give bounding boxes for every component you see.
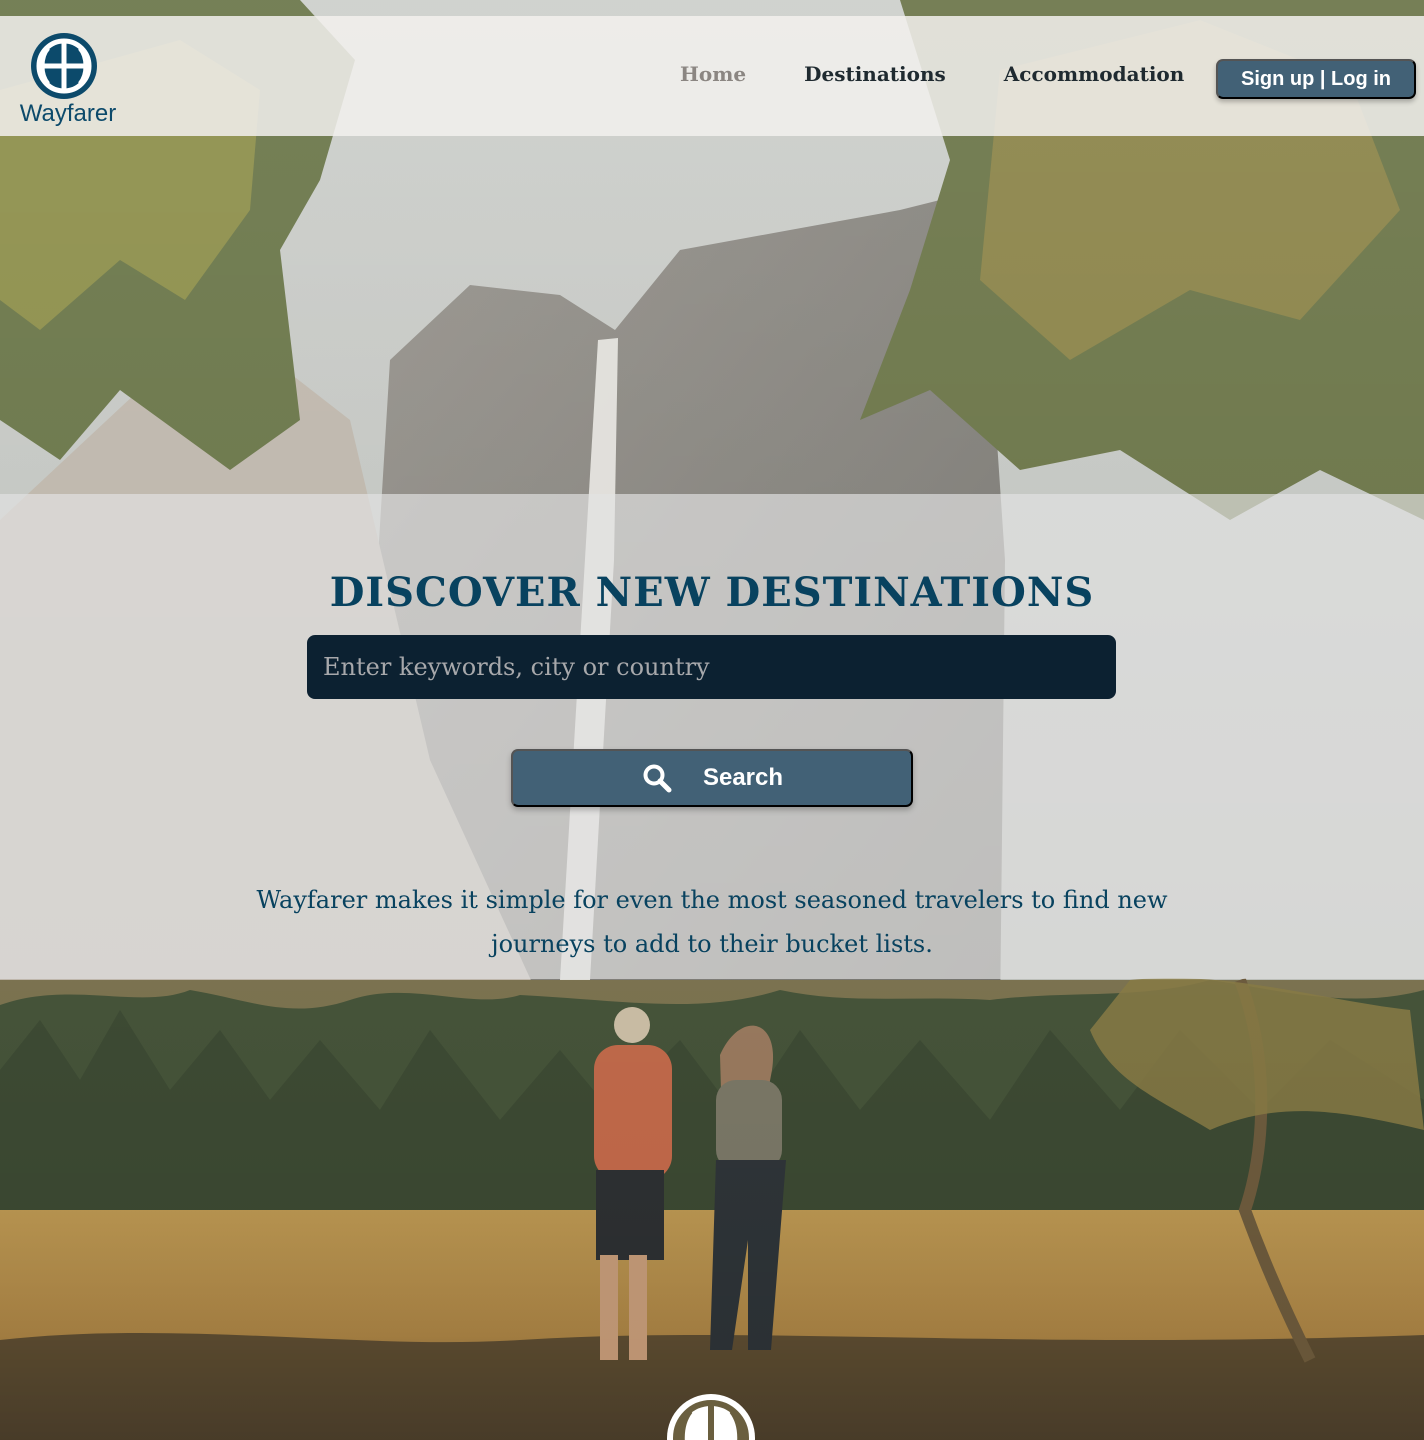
globe-logo-icon	[31, 33, 97, 99]
hero-search-panel: DISCOVER NEW DESTINATIONS Search Wayfare…	[0, 494, 1424, 979]
destination-search-input[interactable]	[307, 635, 1116, 699]
nav-home-link[interactable]: Home	[680, 62, 746, 86]
signup-login-button[interactable]: Sign up | Log in	[1216, 59, 1416, 99]
nav-destinations-link[interactable]: Destinations	[804, 62, 946, 86]
page-title: DISCOVER NEW DESTINATIONS	[329, 568, 1095, 616]
footer-logo[interactable]	[665, 1392, 757, 1440]
nav-accommodation-link[interactable]: Accommodation	[1004, 62, 1185, 86]
top-navigation-bar: Wayfarer Home Destinations Accommodation…	[0, 16, 1424, 136]
hero-description: Wayfarer makes it simple for even the mo…	[256, 886, 1168, 958]
landing-page: Wayfarer Home Destinations Accommodation…	[0, 0, 1424, 1440]
main-navigation: Home Destinations Accommodation	[680, 62, 1184, 86]
search-icon	[643, 764, 672, 793]
logo-wordmark: Wayfarer	[19, 100, 117, 127]
search-button-label: Search	[702, 764, 784, 791]
search-button[interactable]: Search	[511, 749, 913, 807]
wayfarer-logo[interactable]: Wayfarer	[12, 30, 120, 130]
globe-logo-icon	[667, 1394, 755, 1440]
